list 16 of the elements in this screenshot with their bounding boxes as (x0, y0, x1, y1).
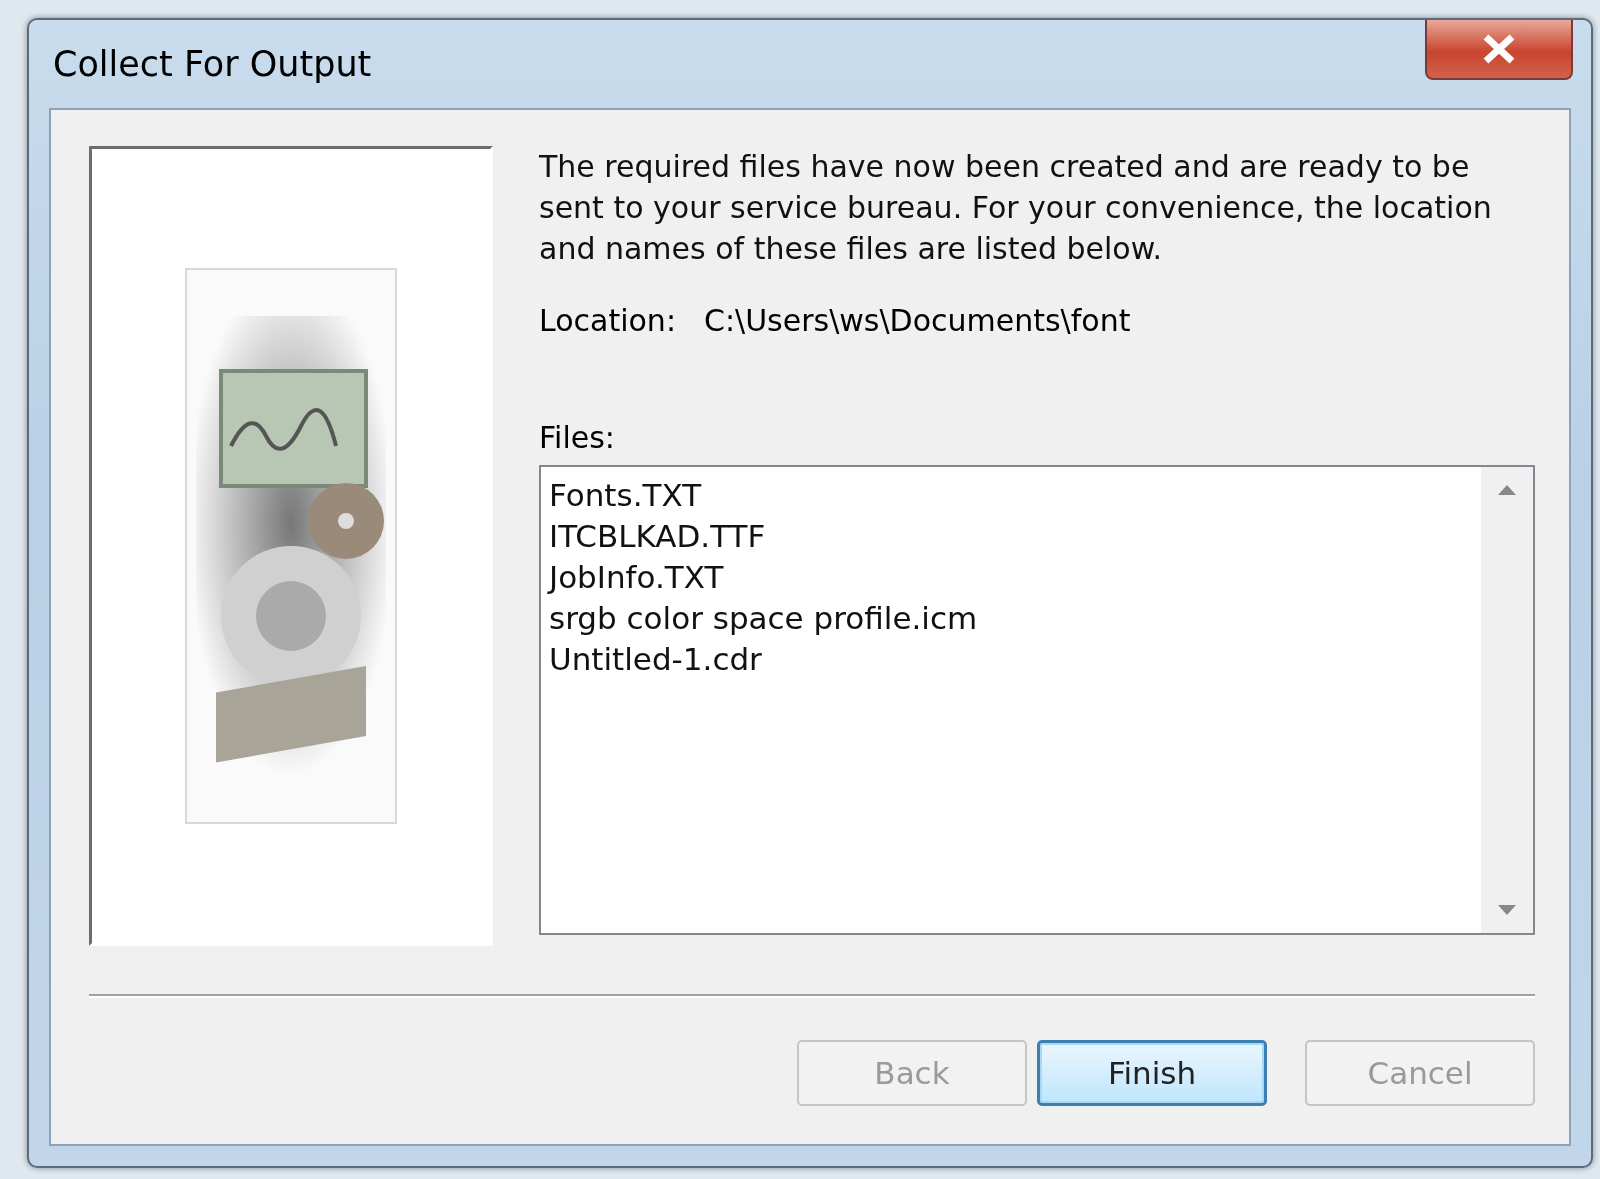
window-title: Collect For Output (53, 44, 372, 84)
file-item[interactable]: Untitled-1.cdr (549, 639, 762, 680)
info-message: The required files have now been created and are ready to be sent to your service bureau. For your convenience, the location and names of these files are listed below. (539, 148, 1493, 268)
location-path: C:\Users\ws\Documents\font (704, 303, 1131, 338)
close-icon (1482, 34, 1516, 64)
location-label: Location: (539, 303, 676, 338)
scroll-down-icon[interactable] (1498, 905, 1516, 915)
file-item[interactable]: srgb color space profile.icm (549, 598, 978, 639)
files-label: Files: (539, 420, 615, 455)
file-item[interactable]: ITCBLKAD.TTF (549, 516, 766, 557)
scrollbar[interactable] (1481, 467, 1533, 933)
file-item[interactable]: Fonts.TXT (549, 475, 702, 516)
file-item[interactable]: JobInfo.TXT (549, 557, 724, 598)
scroll-up-icon[interactable] (1498, 485, 1516, 495)
finish-button[interactable]: Finish (1037, 1040, 1267, 1106)
close-button[interactable] (1425, 20, 1573, 80)
